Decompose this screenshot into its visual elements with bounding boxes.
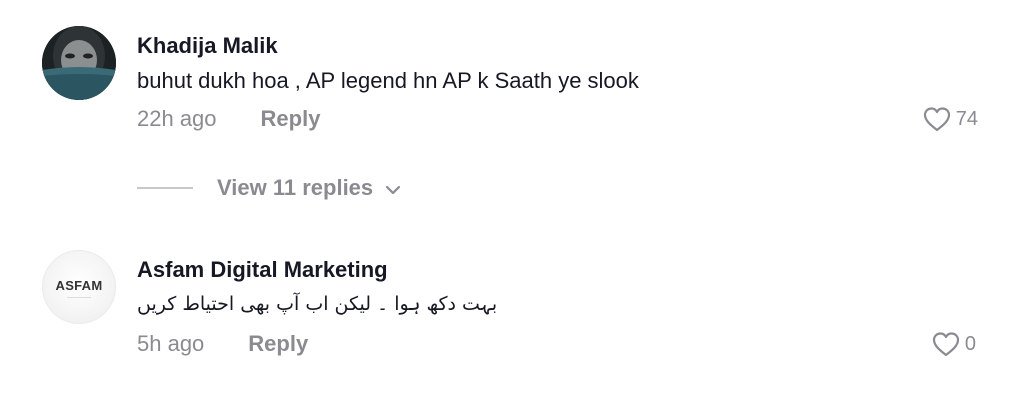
avatar-logo: ASFAM bbox=[55, 278, 103, 293]
comment-time: 22h ago bbox=[137, 106, 217, 131]
view-replies-label: View 11 replies bbox=[217, 175, 374, 200]
comments-panel: Khadija Malik buhut dukh hoa , AP legend… bbox=[0, 0, 1024, 400]
divider-line bbox=[137, 187, 193, 189]
heart-outline-icon bbox=[932, 332, 959, 357]
comment-item: ASFAM ———————— Asfam Digital Marketing ب… bbox=[0, 240, 1024, 380]
view-replies-button[interactable]: View 11 replies bbox=[137, 175, 401, 201]
like-button[interactable]: 74 bbox=[922, 106, 978, 132]
comment-username[interactable]: Asfam Digital Marketing bbox=[137, 257, 388, 283]
avatar-image bbox=[42, 26, 116, 100]
comment-meta: 5h ago Reply bbox=[137, 331, 308, 357]
like-count: 74 bbox=[955, 107, 978, 130]
comment-time: 5h ago bbox=[137, 331, 205, 356]
comment-text: buhut dukh hoa , AP legend hn AP k Saath… bbox=[137, 68, 639, 93]
avatar[interactable]: ASFAM ———————— bbox=[42, 250, 116, 324]
like-button[interactable]: 0 bbox=[931, 331, 976, 357]
like-count: 0 bbox=[964, 332, 976, 355]
chevron-down-icon bbox=[385, 175, 401, 201]
reply-button[interactable]: Reply bbox=[261, 106, 321, 132]
avatar[interactable] bbox=[42, 26, 116, 100]
comment-item: Khadija Malik buhut dukh hoa , AP legend… bbox=[0, 0, 1024, 150]
heart-outline-icon bbox=[923, 107, 950, 132]
avatar-logo-subtext: ———————— bbox=[67, 295, 91, 299]
comment-username[interactable]: Khadija Malik bbox=[137, 33, 278, 59]
comment-text: بہت دکھ ہوا ۔ لیکن اب آپ بھی احتیاط کریں bbox=[137, 293, 498, 315]
reply-button[interactable]: Reply bbox=[248, 331, 308, 357]
comment-meta: 22h ago Reply bbox=[137, 106, 320, 132]
